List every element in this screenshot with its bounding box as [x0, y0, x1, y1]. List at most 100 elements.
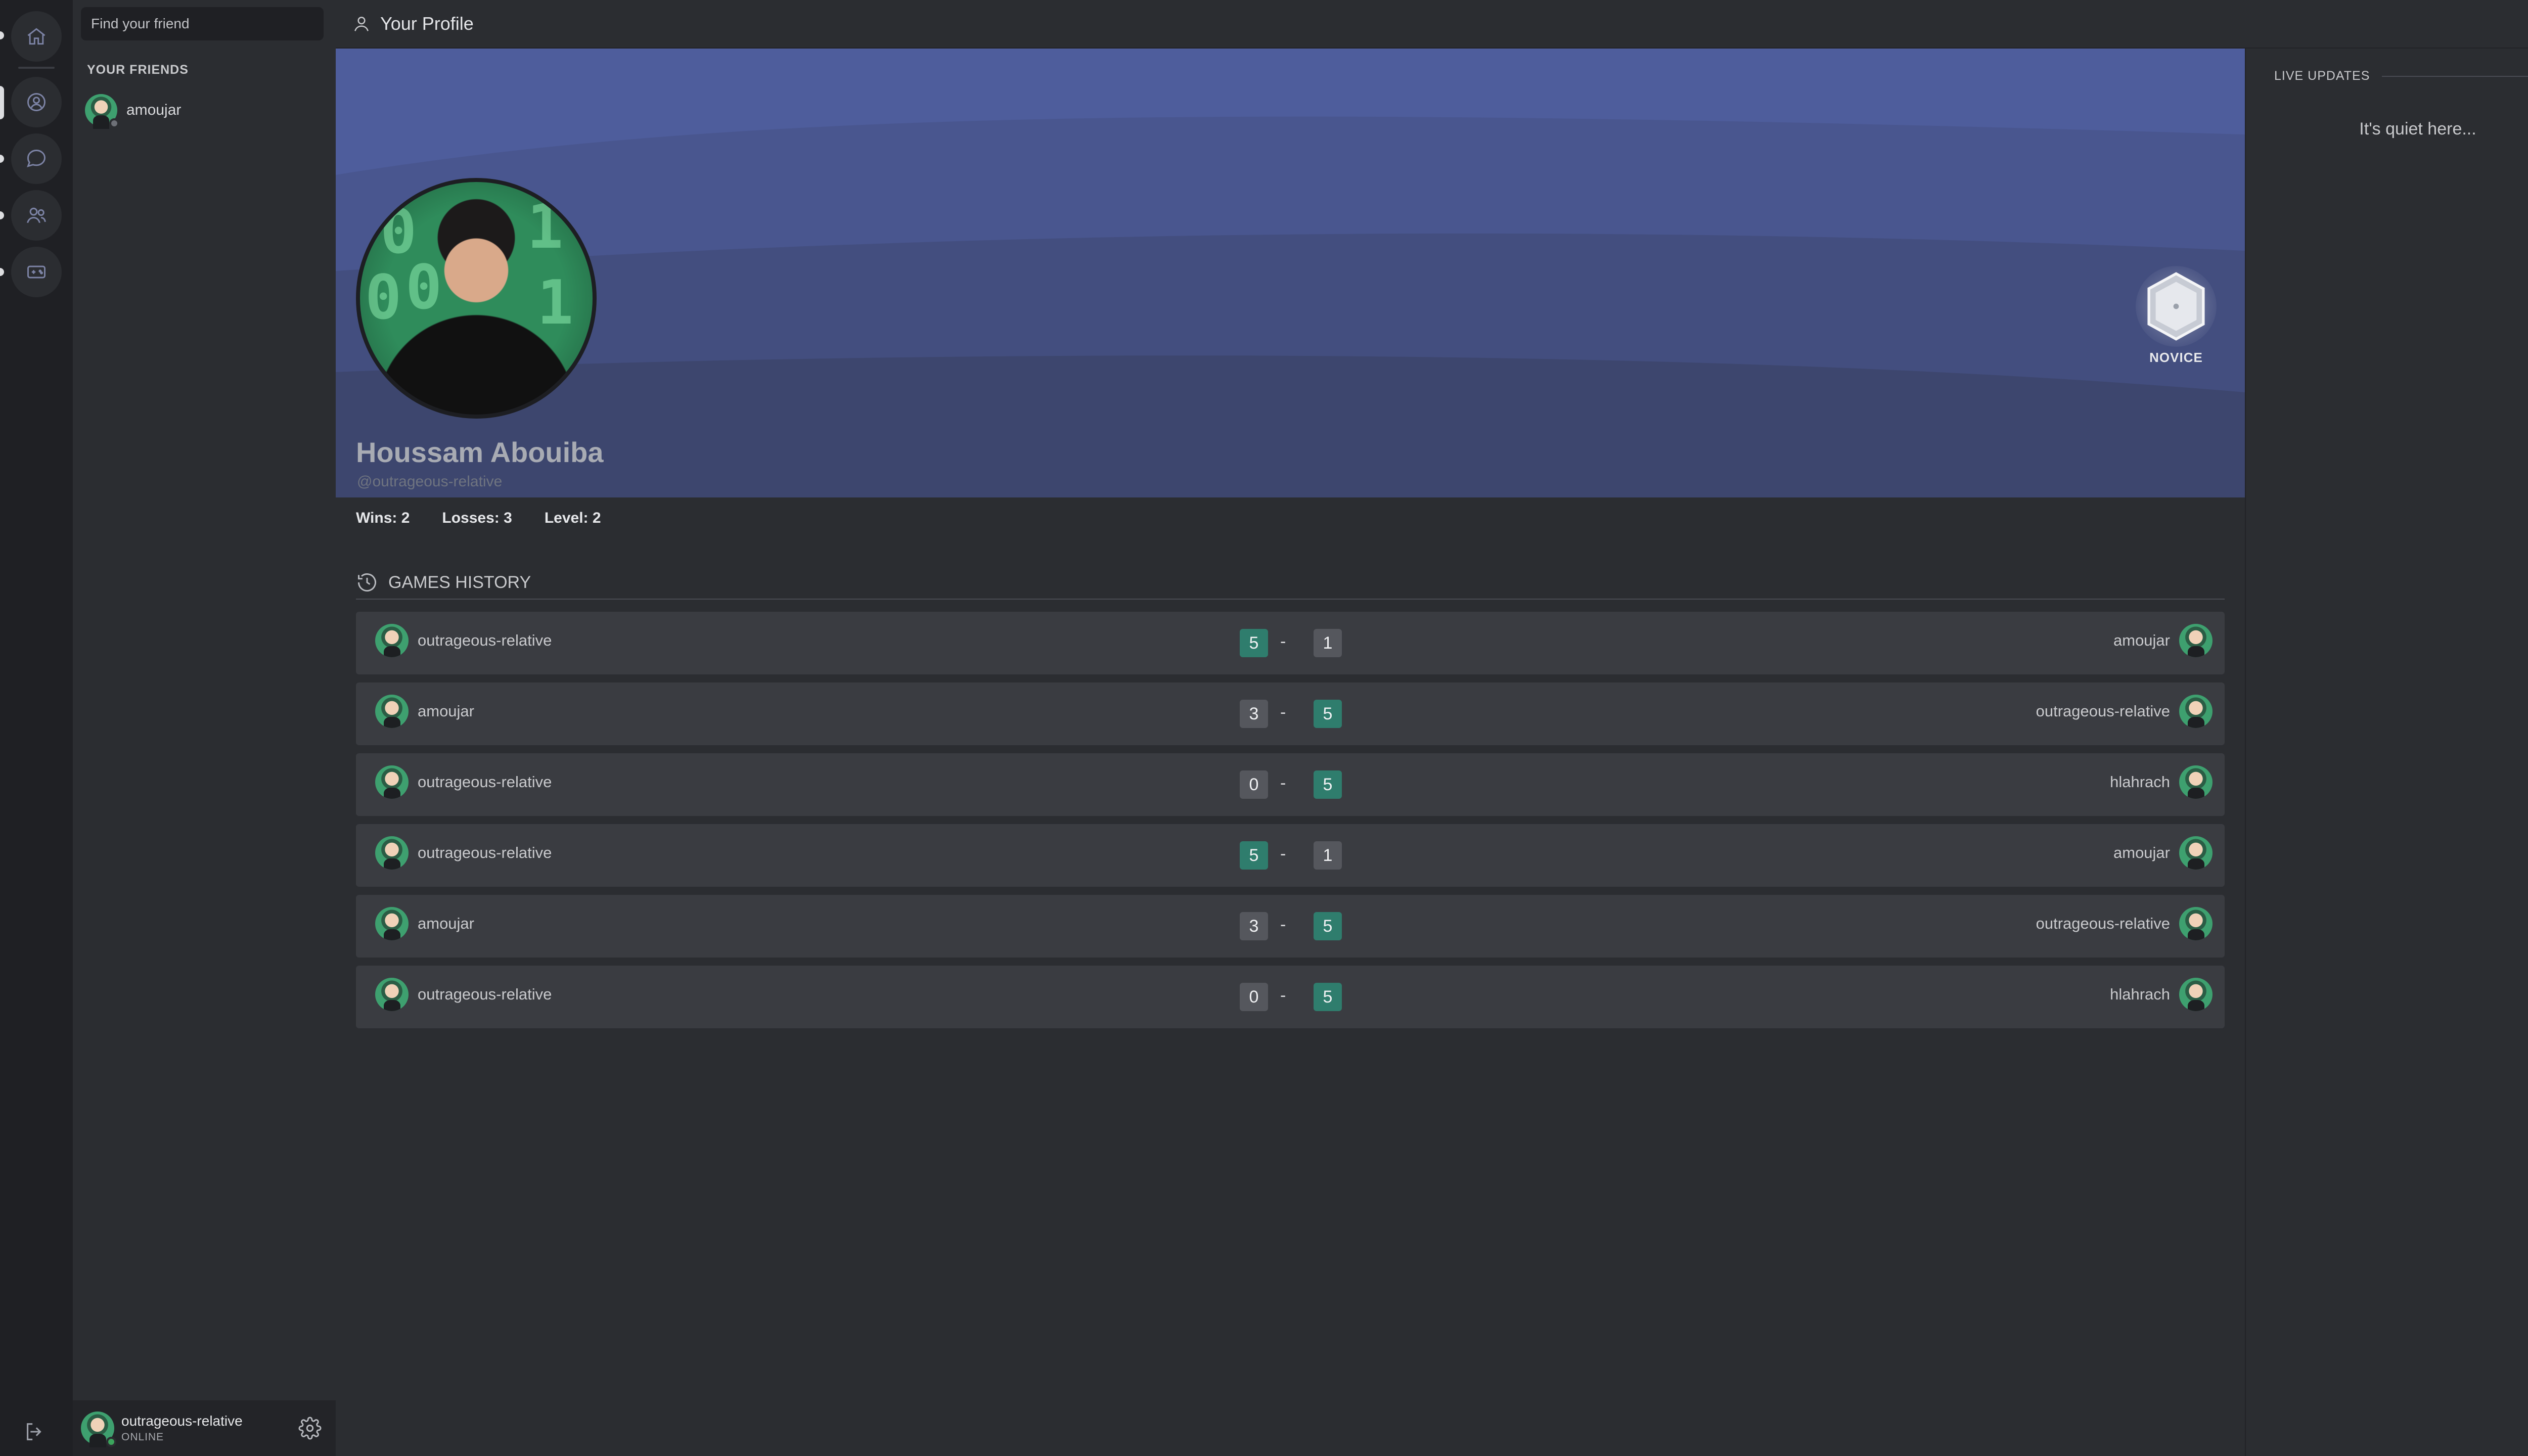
home-button[interactable] [11, 11, 62, 62]
left-player-name: outrageous-relative [418, 985, 552, 1003]
friend-search-input[interactable] [81, 7, 324, 40]
right-score: 1 [1314, 841, 1342, 870]
game-row[interactable]: outrageous-relative 5- 1 amoujar [356, 824, 2225, 887]
profile-icon [27, 93, 46, 111]
game-row[interactable]: outrageous-relative 0- 5 hlahrach [356, 966, 2225, 1028]
profile-banner [336, 49, 2245, 497]
live-updates-empty: It's quiet here... [2359, 119, 2476, 139]
home-icon [27, 28, 46, 45]
games-history-title: GAMES HISTORY [388, 572, 531, 592]
nav-indicator [0, 31, 4, 39]
right-player-name: outrageous-relative [2036, 702, 2170, 720]
page-title: Your Profile [380, 13, 474, 34]
profile-full-name: Houssam Abouiba [356, 436, 604, 468]
rank-label: NOVICE [2149, 350, 2203, 365]
right-player-name: hlahrach [2110, 773, 2170, 791]
game-row[interactable]: outrageous-relative 5- 1 amoujar [356, 612, 2225, 674]
score-separator: - [1280, 986, 1286, 1005]
user-avatar[interactable] [81, 1412, 116, 1448]
online-status-indicator [106, 1437, 116, 1447]
chat-button[interactable] [11, 133, 62, 184]
right-player: amoujar [2113, 836, 2213, 870]
banner-waves [336, 49, 2245, 497]
user-panel: outrageous-relative ONLINE [73, 1400, 336, 1456]
friend-list-item[interactable]: amoujar [85, 89, 323, 131]
nav-rail [0, 0, 73, 1456]
score-separator: - [1280, 844, 1286, 863]
games-history-header: GAMES HISTORY [356, 566, 2225, 600]
right-player: outrageous-relative [2036, 695, 2213, 728]
left-player-avatar [375, 765, 409, 799]
left-player: amoujar [375, 695, 474, 728]
score-separator: - [1280, 774, 1286, 793]
avatar-digit: 0 [405, 253, 442, 323]
left-player: outrageous-relative [375, 836, 552, 870]
user-info: outrageous-relative ONLINE [121, 1413, 243, 1443]
left-score: 3 [1240, 700, 1268, 728]
right-player-name: amoujar [2113, 844, 2170, 861]
user-icon [354, 17, 369, 31]
left-player-avatar [375, 907, 409, 940]
gamepad-icon [27, 265, 46, 279]
right-score: 5 [1314, 700, 1342, 728]
friend-name: amoujar [126, 102, 182, 118]
left-player-avatar [375, 695, 409, 728]
live-updates-panel: LIVE UPDATES It's quiet here... [2245, 49, 2528, 1456]
right-player-avatar [2179, 624, 2213, 657]
left-player-avatar [375, 624, 409, 657]
left-player-name: outrageous-relative [418, 844, 552, 861]
avatar-digit: 1 [527, 192, 564, 262]
chat-icon [27, 150, 46, 167]
level-stat: Level: 2 [544, 510, 601, 526]
right-player-name: amoujar [2113, 631, 2170, 649]
live-updates-divider [2382, 75, 2528, 77]
game-button[interactable] [11, 247, 62, 297]
friends-sidebar: YOUR FRIENDS amoujar outrageous-relative… [73, 0, 336, 1456]
left-player-avatar [375, 836, 409, 870]
nav-indicator [0, 211, 4, 219]
right-player-avatar [2179, 695, 2213, 728]
right-player-name: hlahrach [2110, 985, 2170, 1003]
logout-button[interactable] [18, 1416, 51, 1448]
right-player-avatar [2179, 978, 2213, 1011]
losses-stat: Losses: 3 [442, 510, 512, 526]
friend-avatar [85, 94, 119, 129]
game-row[interactable]: outrageous-relative 0- 5 hlahrach [356, 753, 2225, 816]
game-row[interactable]: amoujar 3- 5 outrageous-relative [356, 682, 2225, 745]
rank-badge: NOVICE [2126, 266, 2227, 367]
friends-button[interactable] [11, 190, 62, 241]
nav-indicator [0, 155, 4, 163]
friends-section-title: YOUR FRIENDS [87, 63, 189, 77]
left-score: 5 [1240, 629, 1268, 657]
right-player: outrageous-relative [2036, 907, 2213, 940]
settings-gear-icon[interactable] [298, 1417, 322, 1440]
right-player: hlahrach [2110, 978, 2213, 1011]
left-score: 0 [1240, 983, 1268, 1011]
current-user-status: ONLINE [121, 1431, 164, 1443]
left-player: outrageous-relative [375, 765, 552, 799]
left-player: outrageous-relative [375, 624, 552, 657]
right-player-avatar [2179, 836, 2213, 870]
friend-status-indicator [109, 118, 119, 128]
page-header: Your Profile [336, 0, 2528, 49]
left-player: amoujar [375, 907, 474, 940]
left-player-name: outrageous-relative [418, 773, 552, 791]
score-separator: - [1280, 915, 1286, 934]
avatar-digit: 1 [537, 268, 574, 338]
right-score: 5 [1314, 983, 1342, 1011]
right-score: 1 [1314, 629, 1342, 657]
history-icon [358, 573, 376, 592]
left-score: 0 [1240, 770, 1268, 799]
profile-button[interactable] [11, 77, 62, 127]
wins-stat: Wins: 2 [356, 510, 410, 526]
game-row[interactable]: amoujar 3- 5 outrageous-relative [356, 895, 2225, 958]
profile-avatar: 0 1 0 1 0 [356, 178, 597, 419]
live-updates-header: LIVE UPDATES [2274, 69, 2528, 83]
logout-icon [27, 1423, 41, 1440]
left-player-name: amoujar [418, 915, 474, 932]
users-icon [27, 207, 46, 223]
left-player-name: amoujar [418, 702, 474, 720]
left-player: outrageous-relative [375, 978, 552, 1011]
right-player: hlahrach [2110, 765, 2213, 799]
left-player-name: outrageous-relative [418, 631, 552, 649]
